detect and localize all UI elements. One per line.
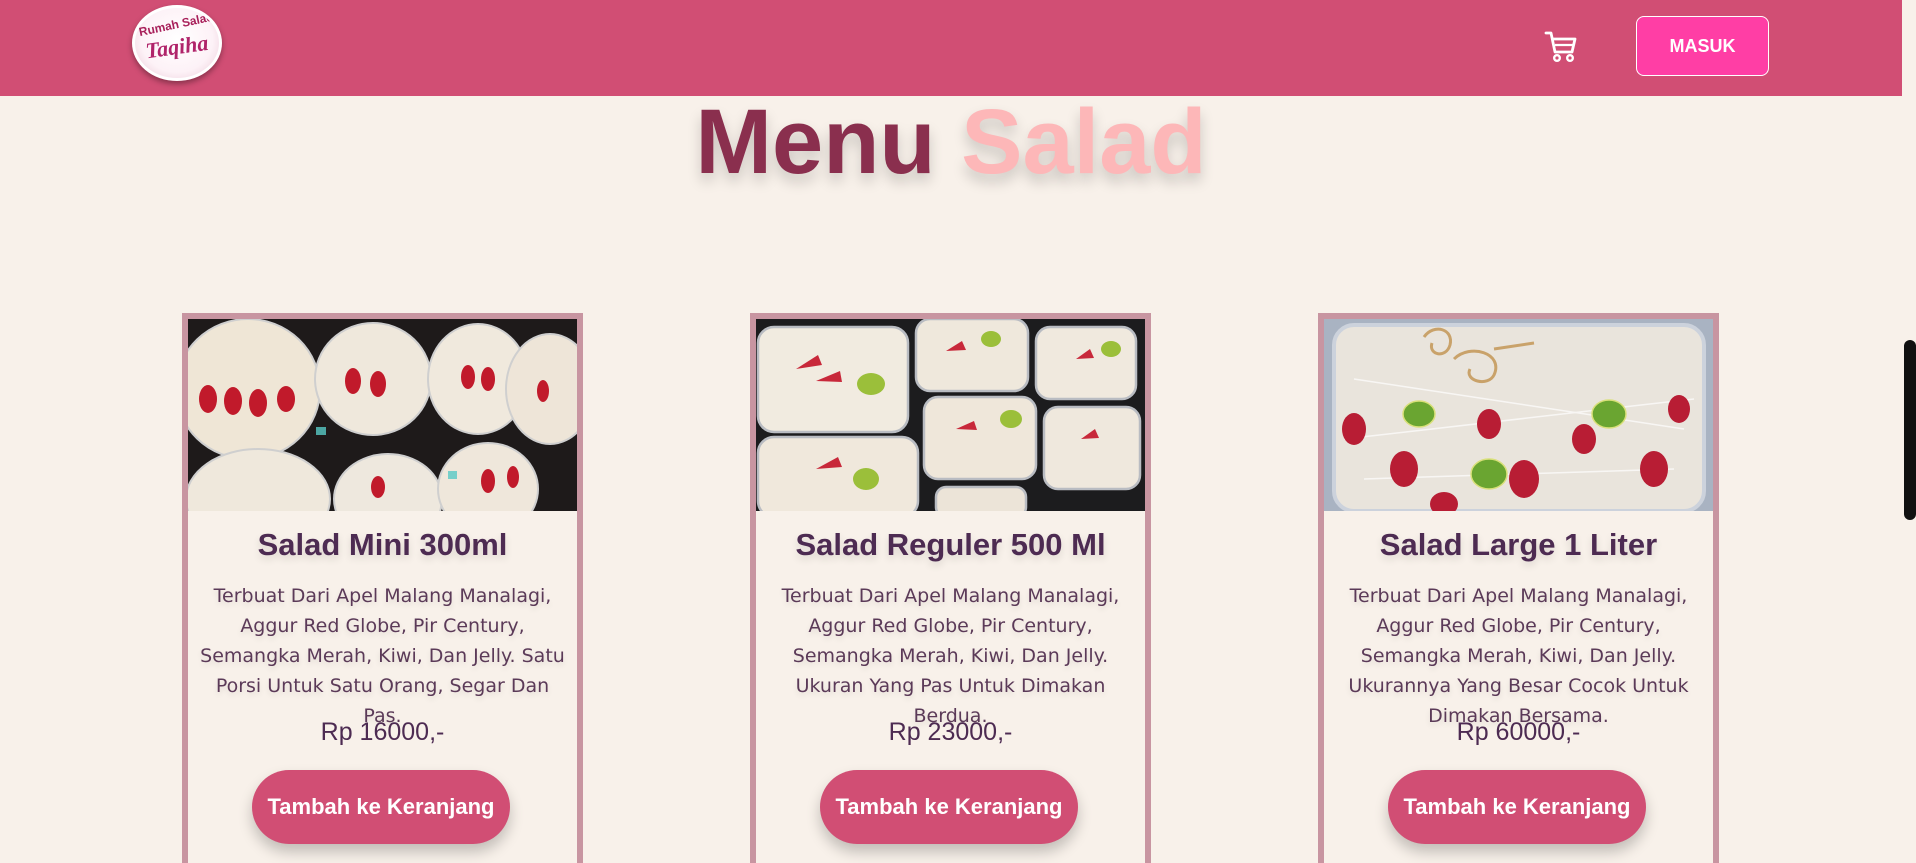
product-card-large: Salad Large 1 Liter Terbuat Dari Apel Ma… xyxy=(1318,313,1719,863)
product-image xyxy=(188,319,577,511)
scrollbar-thumb[interactable] xyxy=(1904,340,1916,520)
product-card-mini: Salad Mini 300ml Terbuat Dari Apel Malan… xyxy=(182,313,583,863)
title-menu: Menu xyxy=(695,91,936,193)
add-to-cart-button[interactable]: Tambah ke Keranjang xyxy=(252,770,510,844)
product-price: Rp 60000,- xyxy=(1456,718,1581,746)
page-title: Menu Salad xyxy=(0,91,1902,193)
product-description: Terbuat Dari Apel Malang Manalagi, Aggur… xyxy=(1348,585,1689,727)
product-card-reguler: Salad Reguler 500 Ml Terbuat Dari Apel M… xyxy=(750,313,1151,863)
product-name: Salad Mini 300ml xyxy=(257,527,508,562)
title-salad: Salad xyxy=(961,91,1207,193)
product-image xyxy=(1324,319,1713,511)
cart-icon[interactable] xyxy=(1543,28,1579,64)
product-name: Salad Large 1 Liter xyxy=(1379,527,1658,562)
product-description: Terbuat Dari Apel Malang Manalagi, Aggur… xyxy=(200,585,565,727)
login-button[interactable]: MASUK xyxy=(1636,16,1769,76)
product-image xyxy=(756,319,1145,511)
add-to-cart-button[interactable]: Tambah ke Keranjang xyxy=(1388,770,1646,844)
navbar: Rumah Salad Taqiha MASUK xyxy=(0,0,1902,96)
add-to-cart-button[interactable]: Tambah ke Keranjang xyxy=(820,770,1078,844)
product-price: Rp 16000,- xyxy=(320,718,445,746)
product-description: Terbuat Dari Apel Malang Manalagi, Aggur… xyxy=(781,585,1120,727)
logo-image: Rumah Salad Taqiha xyxy=(138,10,215,64)
brand-logo[interactable]: Rumah Salad Taqiha xyxy=(132,5,222,81)
product-name: Salad Reguler 500 Ml xyxy=(795,527,1106,562)
product-price: Rp 23000,- xyxy=(888,718,1013,746)
